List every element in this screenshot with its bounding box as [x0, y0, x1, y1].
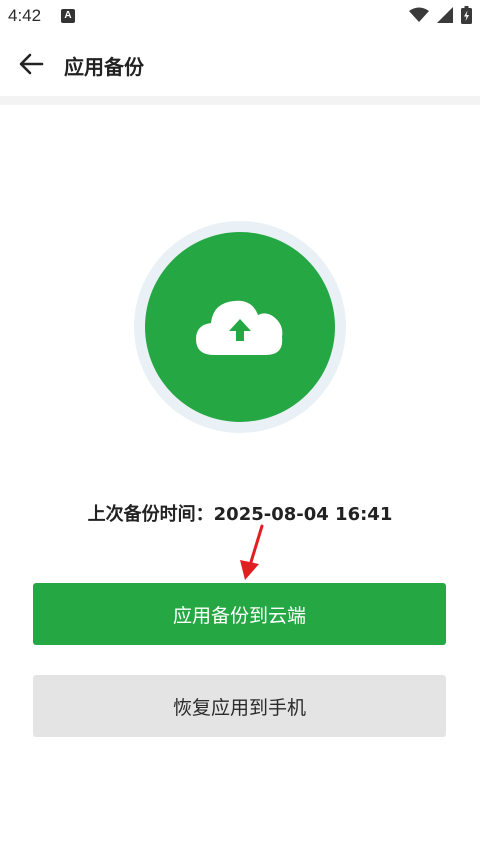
app-bar: 应用备份 — [0, 34, 480, 96]
last-backup-value: 2025-08-04 16:41 — [213, 504, 393, 525]
last-backup-time: 上次备份时间：2025-08-04 16:41 — [0, 500, 480, 526]
notification-icon: A — [61, 9, 75, 23]
last-backup-label: 上次备份时间： — [87, 504, 214, 525]
wifi-icon — [409, 7, 429, 27]
status-icons — [409, 6, 472, 28]
back-button[interactable] — [12, 47, 50, 85]
cloud-upload-icon — [194, 293, 286, 361]
signal-icon — [437, 7, 453, 27]
restore-to-phone-button[interactable]: 恢复应用到手机 — [33, 675, 446, 737]
hero-ring — [134, 221, 346, 433]
backup-to-cloud-button[interactable]: 应用备份到云端 — [33, 583, 446, 645]
status-time: 4:42 — [8, 6, 42, 25]
battery-charging-icon — [461, 6, 472, 28]
status-bar: 4:42 A — [0, 0, 480, 34]
hero-circle — [145, 232, 335, 422]
page-title: 应用备份 — [64, 55, 144, 79]
header-divider — [0, 96, 480, 105]
annotation-arrow-icon — [232, 524, 268, 582]
arrow-left-icon — [18, 51, 44, 81]
